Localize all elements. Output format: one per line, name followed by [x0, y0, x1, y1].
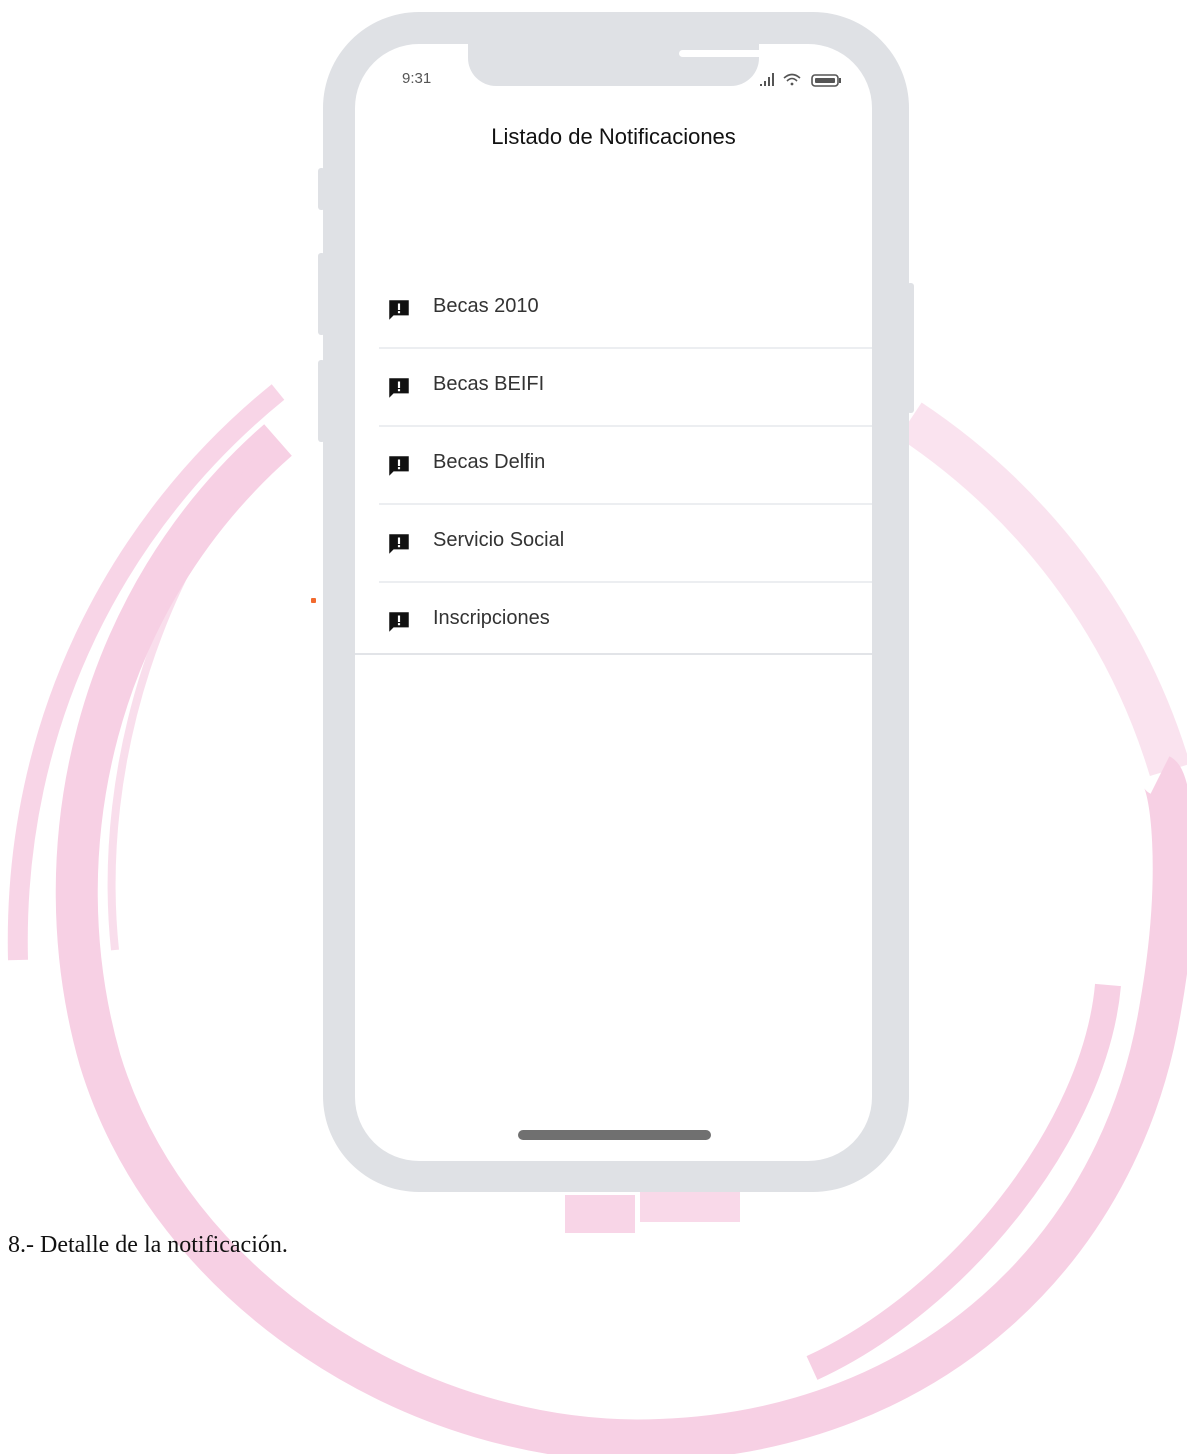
wifi-icon — [783, 73, 801, 86]
list-item-label: Servicio Social — [433, 529, 565, 551]
status-time: 9:31 — [402, 70, 432, 87]
list-item-label: Inscripciones — [433, 607, 550, 629]
list-item-label: Becas Delfin — [433, 451, 546, 473]
orange-marker — [311, 598, 316, 603]
list-item[interactable]: Servicio Social — [379, 505, 872, 583]
battery-icon — [811, 74, 841, 87]
list-item[interactable]: Becas BEIFI — [379, 349, 872, 427]
list-item[interactable]: Becas Delfin — [379, 427, 872, 505]
caption: 8.- Detalle de la notificación. — [8, 1232, 288, 1258]
list-item-label: Becas BEIFI — [433, 373, 545, 395]
mute-switch — [318, 168, 325, 210]
status-icons — [760, 73, 841, 87]
phone-screen: 9:31 Listado de Notificaciones Becas 201… — [355, 44, 872, 1161]
notch — [468, 44, 803, 86]
list-item-label: Becas 2010 — [433, 295, 539, 317]
camera — [787, 45, 803, 61]
notification-list: Becas 2010 Becas BEIFI Becas Delfin Serv… — [379, 271, 872, 659]
list-item[interactable]: Becas 2010 — [379, 271, 872, 349]
home-indicator[interactable] — [518, 1130, 711, 1140]
volume-up-button — [318, 253, 325, 335]
feedback-icon — [389, 378, 409, 398]
signal-icon — [760, 73, 774, 86]
feedback-icon — [389, 612, 409, 632]
feedback-icon — [389, 534, 409, 554]
power-button — [907, 283, 914, 413]
list-bottom-divider — [355, 653, 872, 655]
feedback-icon — [389, 300, 409, 320]
list-item[interactable]: Inscripciones — [379, 583, 872, 659]
volume-down-button — [318, 360, 325, 442]
speaker — [679, 50, 768, 57]
feedback-icon — [389, 456, 409, 476]
page-title: Listado de Notificaciones — [491, 124, 736, 149]
